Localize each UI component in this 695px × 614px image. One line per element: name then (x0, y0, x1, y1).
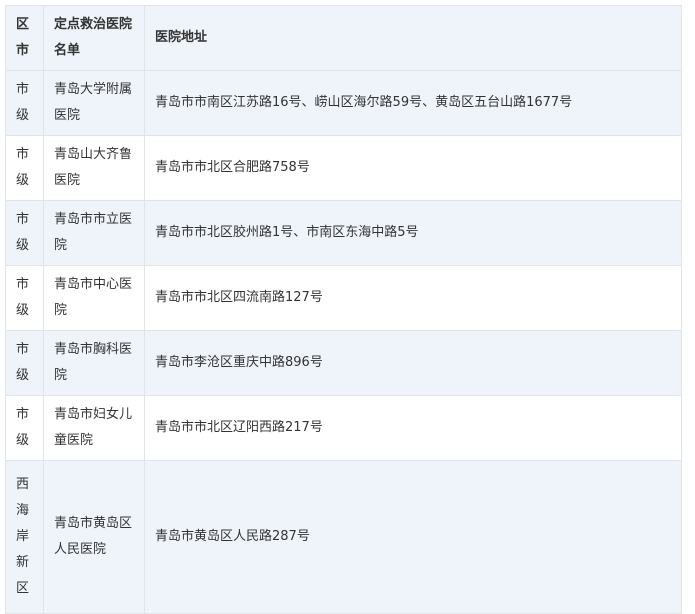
cell-address: 青岛市李沧区重庆中路896号 (144, 330, 682, 396)
cell-district: 市级 (5, 200, 44, 266)
table-row: 市级 青岛市胸科医院 青岛市李沧区重庆中路896号 (5, 330, 682, 396)
cell-district: 市级 (5, 395, 44, 461)
cell-hospital: 青岛市妇女儿童医院 (43, 395, 145, 461)
cell-district: 市级 (5, 135, 44, 201)
cell-hospital: 青岛大学附属医院 (43, 70, 145, 136)
hospital-table: 区市 定点救治医院名单 医院地址 市级 青岛大学附属医院 青岛市市南区江苏路16… (5, 5, 682, 614)
cell-address: 青岛市市北区四流南路127号 (144, 265, 682, 331)
cell-hospital: 青岛市中心医院 (43, 265, 145, 331)
cell-address: 青岛市市北区合肥路758号 (144, 135, 682, 201)
cell-address: 青岛市市南区江苏路16号、崂山区海尔路59号、黄岛区五台山路1677号 (144, 70, 682, 136)
table-header-row: 区市 定点救治医院名单 医院地址 (5, 5, 682, 71)
cell-district: 市级 (5, 330, 44, 396)
cell-hospital: 青岛市胸科医院 (43, 330, 145, 396)
table-row: 市级 青岛市市立医院 青岛市市北区胶州路1号、市南区东海中路5号 (5, 200, 682, 266)
cell-address: 青岛市市北区辽阳西路217号 (144, 395, 682, 461)
table-row: 西海岸新区 青岛市黄岛区人民医院 青岛市黄岛区人民路287号 (5, 460, 682, 614)
header-address: 医院地址 (144, 5, 682, 71)
cell-district: 西海岸新区 (5, 460, 44, 614)
cell-address: 青岛市黄岛区人民路287号 (144, 460, 682, 614)
table-row: 市级 青岛市妇女儿童医院 青岛市市北区辽阳西路217号 (5, 395, 682, 461)
cell-district: 市级 (5, 265, 44, 331)
cell-district: 市级 (5, 70, 44, 136)
cell-hospital: 青岛市市立医院 (43, 200, 145, 266)
table-row: 市级 青岛市中心医院 青岛市市北区四流南路127号 (5, 265, 682, 331)
cell-address: 青岛市市北区胶州路1号、市南区东海中路5号 (144, 200, 682, 266)
table-row: 市级 青岛大学附属医院 青岛市市南区江苏路16号、崂山区海尔路59号、黄岛区五台… (5, 70, 682, 136)
table-row: 市级 青岛山大齐鲁医院 青岛市市北区合肥路758号 (5, 135, 682, 201)
header-district: 区市 (5, 5, 44, 71)
cell-hospital: 青岛山大齐鲁医院 (43, 135, 145, 201)
cell-hospital: 青岛市黄岛区人民医院 (43, 460, 145, 614)
hospital-table-container: 区市 定点救治医院名单 医院地址 市级 青岛大学附属医院 青岛市市南区江苏路16… (5, 5, 682, 614)
header-hospital: 定点救治医院名单 (43, 5, 145, 71)
